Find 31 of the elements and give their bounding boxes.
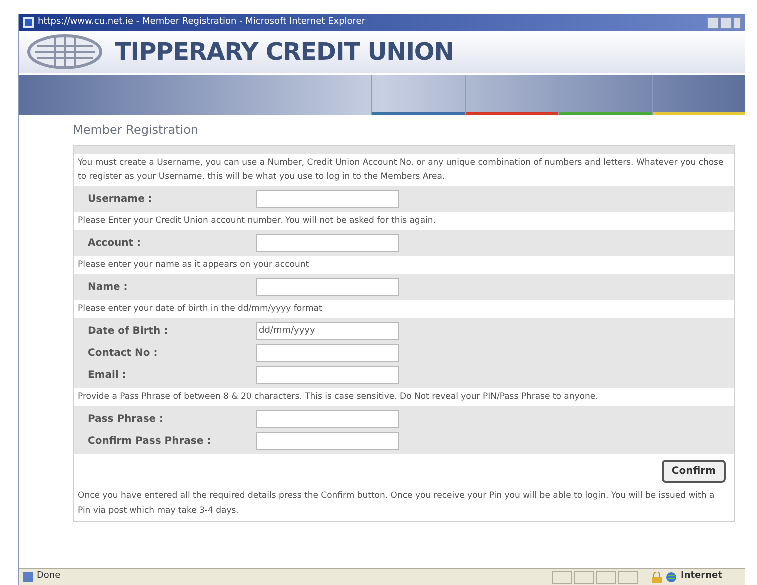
zone-text: Internet <box>681 570 724 584</box>
field-label: Email : <box>88 368 128 382</box>
input-field[interactable] <box>256 190 399 208</box>
field-label: Pass Phrase : <box>88 412 165 426</box>
field-label: Confirm Pass Phrase : <box>88 434 212 448</box>
globe-logo-icon <box>27 34 103 70</box>
input-field[interactable] <box>256 234 399 252</box>
field-label: Name : <box>88 280 129 294</box>
maximize-button[interactable] <box>720 16 732 28</box>
status-text: Done <box>37 570 62 584</box>
field-label: Account : <box>88 236 142 250</box>
input-field[interactable] <box>256 432 399 450</box>
browser-icon <box>23 17 34 28</box>
window-title: https://www.cu.net.ie - Member Registration - Microsoft Internet Explorer <box>38 16 367 29</box>
close-button[interactable] <box>733 16 741 28</box>
minimize-button[interactable] <box>707 16 719 28</box>
input-field[interactable] <box>256 278 399 296</box>
input-field[interactable] <box>256 410 399 428</box>
page-icon <box>23 572 33 582</box>
lock-icon <box>652 572 662 582</box>
globe-icon <box>666 572 677 582</box>
input-field[interactable] <box>256 344 399 362</box>
field-label: Username : <box>88 192 154 206</box>
field-label: Contact No : <box>88 346 159 360</box>
brand-name: TIPPERARY CREDIT UNION <box>115 37 454 68</box>
instruction-text: Once you have entered all the required details press the Confirm button. Once you receive your Pin you will be able to login. You will be issued with a Pin via post which may take 3-4 days. <box>77 490 716 518</box>
input-field[interactable]: dd/mm/yyyy <box>256 322 399 340</box>
confirm-button[interactable]: Confirm <box>662 460 726 483</box>
input-field[interactable] <box>256 366 399 384</box>
page-heading: Member Registration <box>73 122 200 139</box>
field-label: Date of Birth : <box>88 324 170 338</box>
